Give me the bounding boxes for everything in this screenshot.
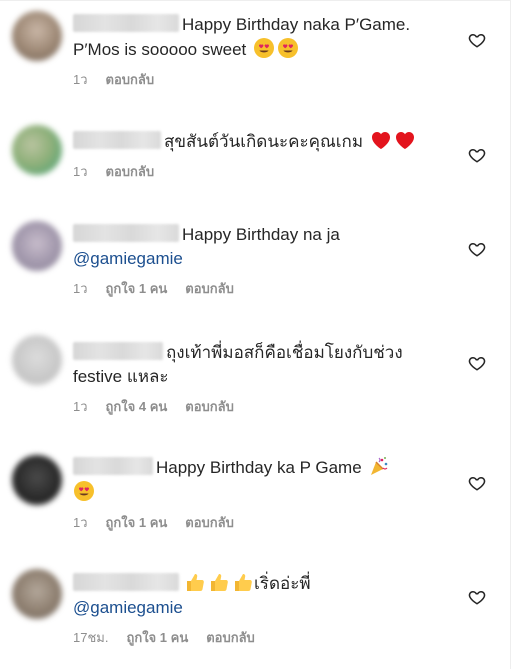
comment-body: Happy Birthday ka P Game (156, 458, 362, 477)
comment-time[interactable]: 1ว (73, 515, 88, 531)
reply-button[interactable]: ตอบกลับ (185, 281, 234, 297)
comment-time[interactable]: 1ว (73, 72, 88, 88)
reply-button[interactable]: ตอบกลับ (106, 164, 155, 180)
comment-text: Happy Birthday ka P Game (73, 455, 453, 505)
thumbs-up-icon (211, 574, 228, 591)
comment-meta: 17ชม. ถูกใจ 1 คน ตอบกลับ (73, 630, 453, 646)
comment-time[interactable]: 1ว (73, 281, 88, 297)
avatar[interactable] (12, 11, 62, 61)
like-heart-icon[interactable] (468, 588, 486, 606)
reply-button[interactable]: ตอบกลับ (206, 630, 255, 646)
username-redacted[interactable] (73, 131, 161, 149)
like-heart-icon[interactable] (468, 354, 486, 372)
comments-list: Happy Birthday naka P′Game. P′Mos is soo… (0, 0, 511, 669)
comment-time[interactable]: 1ว (73, 399, 88, 415)
avatar[interactable] (12, 335, 62, 385)
thumbs-up-icon (235, 574, 252, 591)
comment-text: Happy Birthday naka P′Game. P′Mos is soo… (73, 13, 453, 62)
comment-body: เริ่ดอ่ะพี่ (254, 574, 311, 593)
like-count[interactable]: ถูกใจ 1 คน (106, 515, 168, 531)
red-heart-icon (371, 132, 390, 149)
username-redacted[interactable] (73, 224, 179, 242)
thumbs-up-icon (187, 574, 204, 591)
reply-button[interactable]: ตอบกลับ (106, 72, 155, 88)
comment-meta: 1ว ถูกใจ 1 คน ตอบกลับ (73, 515, 453, 531)
avatar[interactable] (12, 569, 62, 619)
comment-body: สุขสันต์วันเกิดนะคะคุณเกม (164, 132, 364, 151)
username-redacted[interactable] (73, 342, 163, 360)
like-count[interactable]: ถูกใจ 1 คน (106, 281, 168, 297)
avatar[interactable] (12, 125, 62, 175)
comment-meta: 1ว ถูกใจ 4 คน ตอบกลับ (73, 399, 453, 415)
heart-eyes-face-icon (74, 481, 94, 501)
username-redacted[interactable] (73, 14, 179, 32)
comment-body: Happy Birthday na ja (182, 225, 340, 244)
like-heart-icon[interactable] (468, 31, 486, 49)
avatar[interactable] (12, 221, 62, 271)
mention-link[interactable]: @gamiegamie (73, 598, 183, 617)
comment-time[interactable]: 1ว (73, 164, 88, 180)
avatar[interactable] (12, 455, 62, 505)
comment-text: Happy Birthday na ja @gamiegamie (73, 223, 453, 271)
like-heart-icon[interactable] (468, 146, 486, 164)
party-popper-icon (371, 457, 388, 475)
comment-text: สุขสันต์วันเกิดนะคะคุณเกม (73, 129, 453, 154)
reply-button[interactable]: ตอบกลับ (185, 515, 234, 531)
heart-eyes-face-icon (254, 38, 275, 58)
username-redacted[interactable] (73, 573, 179, 591)
like-heart-icon[interactable] (468, 474, 486, 492)
red-heart-icon (395, 132, 414, 149)
comment-time[interactable]: 17ชม. (73, 630, 108, 646)
mention-link[interactable]: @gamiegamie (73, 249, 183, 268)
comment-meta: 1ว ตอบกลับ (73, 72, 453, 88)
like-count[interactable]: ถูกใจ 1 คน (126, 630, 188, 646)
username-redacted[interactable] (73, 457, 153, 475)
comment-meta: 1ว ตอบกลับ (73, 164, 453, 180)
like-heart-icon[interactable] (468, 240, 486, 258)
like-count[interactable]: ถูกใจ 4 คน (106, 399, 168, 415)
comment-text: ถุงเท้าพี่มอสก็คือเชื่อมโยงกับช่วง festi… (73, 341, 453, 389)
comment-text: เริ่ดอ่ะพี่ @gamiegamie (73, 571, 453, 620)
reply-button[interactable]: ตอบกลับ (185, 399, 234, 415)
heart-eyes-face-icon (278, 38, 299, 58)
comment-meta: 1ว ถูกใจ 1 คน ตอบกลับ (73, 281, 453, 297)
